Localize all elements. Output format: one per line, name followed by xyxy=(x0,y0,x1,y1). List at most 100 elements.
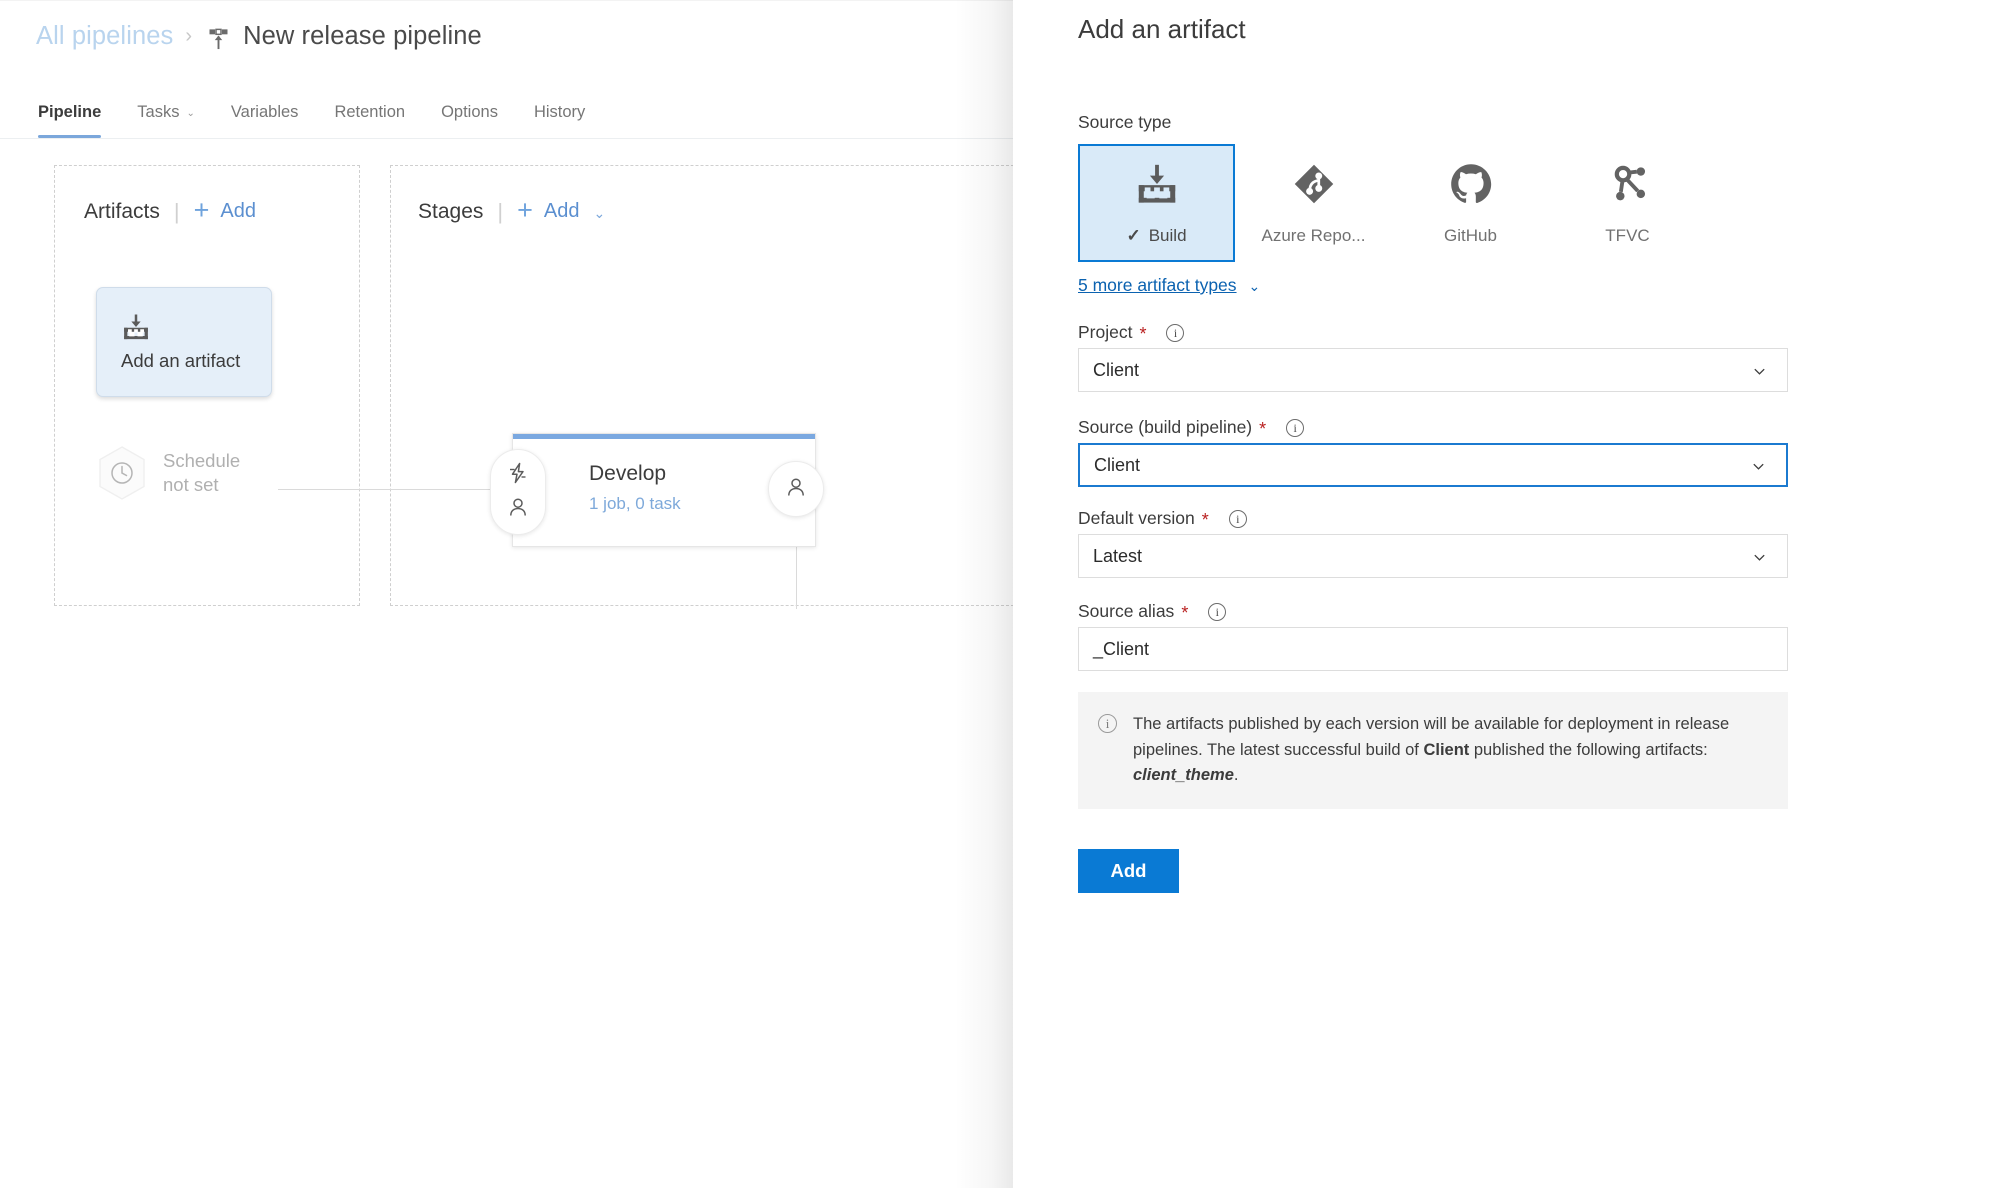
info-icon[interactable]: i xyxy=(1229,510,1247,528)
add-an-artifact-label: Add an artifact xyxy=(121,350,271,372)
source-type-build-label: Build xyxy=(1149,226,1187,246)
required-asterisk: * xyxy=(1202,510,1209,531)
source-type-build-tile[interactable]: ✓ Build xyxy=(1078,144,1235,262)
check-icon: ✓ xyxy=(1126,226,1140,246)
source-label-text: Source (build pipeline) xyxy=(1078,417,1252,438)
pipeline-editor-main: All pipelines › New release pipeline Pip… xyxy=(0,0,1013,1188)
source-type-tfvc-tile[interactable]: TFVC xyxy=(1549,144,1706,262)
source-alias-input[interactable]: _Client xyxy=(1078,627,1788,671)
more-artifact-types-label: 5 more artifact types xyxy=(1078,275,1237,296)
artifacts-info-text: The artifacts published by each version … xyxy=(1133,712,1766,789)
stage-accent-bar xyxy=(513,434,815,439)
chevron-down-icon xyxy=(1752,363,1767,378)
chevron-down-icon: ⌄ xyxy=(186,108,194,119)
source-type-azure-repos-label: Azure Repo... xyxy=(1262,226,1366,246)
build-drop-icon xyxy=(1134,155,1180,213)
tab-variables-label: Variables xyxy=(231,103,299,122)
app-root: All pipelines › New release pipeline Pip… xyxy=(0,0,1999,1188)
breadcrumb-separator: › xyxy=(185,25,192,48)
tab-tasks-label: Tasks xyxy=(137,103,179,122)
info-part-3: . xyxy=(1234,766,1239,784)
clock-icon xyxy=(96,445,148,501)
required-asterisk: * xyxy=(1259,419,1266,440)
chevron-down-icon xyxy=(1752,549,1767,564)
tab-variables[interactable]: Variables xyxy=(213,103,317,138)
artifacts-header-divider: | xyxy=(174,199,180,225)
plus-icon[interactable]: + xyxy=(517,195,533,226)
build-drop-icon xyxy=(121,312,151,342)
stage-name: Develop xyxy=(589,462,681,485)
add-artifact-panel: Add an artifact Source type xyxy=(1013,0,1999,1188)
project-label: Project * i xyxy=(1078,322,1184,343)
add-an-artifact-card[interactable]: Add an artifact xyxy=(96,287,272,397)
source-type-build-label-wrap: ✓ Build xyxy=(1126,226,1186,246)
default-version-value: Latest xyxy=(1093,546,1752,567)
stages-title: Stages xyxy=(418,200,483,224)
source-build-pipeline-dropdown[interactable]: Client xyxy=(1078,443,1788,487)
tab-retention-label: Retention xyxy=(334,103,405,122)
schedule-line-2: not set xyxy=(163,474,219,495)
schedule-line-1: Schedule xyxy=(163,450,240,471)
source-alias-label-text: Source alias xyxy=(1078,601,1174,622)
artifacts-info-banner: i The artifacts published by each versio… xyxy=(1078,692,1788,809)
more-artifact-types-link[interactable]: 5 more artifact types ⌄ xyxy=(1078,275,1260,296)
source-type-tfvc-label: TFVC xyxy=(1605,226,1649,246)
tab-pipeline-label: Pipeline xyxy=(38,103,101,122)
default-version-label: Default version * i xyxy=(1078,508,1247,529)
tab-history[interactable]: History xyxy=(516,103,603,138)
tab-history-label: History xyxy=(534,103,585,122)
person-icon xyxy=(784,475,808,504)
artifact-stage-connector xyxy=(278,489,512,490)
source-value: Client xyxy=(1094,455,1140,475)
breadcrumb: All pipelines › New release pipeline xyxy=(36,22,482,51)
panel-title: Add an artifact xyxy=(1078,14,1246,45)
source-alias-label: Source alias * i xyxy=(1078,601,1226,622)
stage-node-text: Develop 1 job, 0 task xyxy=(589,462,681,514)
info-part-2: published the following artifacts: xyxy=(1469,741,1707,759)
tab-pipeline[interactable]: Pipeline xyxy=(20,103,119,138)
project-value: Client xyxy=(1093,360,1752,381)
source-alias-value: _Client xyxy=(1093,639,1773,660)
tfvc-icon xyxy=(1606,155,1650,213)
add-button[interactable]: Add xyxy=(1078,849,1179,893)
pipeline-tabs: Pipeline Tasks ⌄ Variables Retention Opt… xyxy=(20,103,603,138)
breadcrumb-all-pipelines-link[interactable]: All pipelines xyxy=(36,22,173,51)
chevron-down-icon[interactable]: ⌄ xyxy=(593,205,605,222)
release-pipeline-icon xyxy=(205,26,232,53)
info-icon[interactable]: i xyxy=(1208,603,1226,621)
source-build-pipeline-label: Source (build pipeline) * i xyxy=(1078,417,1304,438)
add-stage-link[interactable]: Add xyxy=(544,200,580,223)
source-type-github-label: GitHub xyxy=(1444,226,1497,246)
tab-retention[interactable]: Retention xyxy=(316,103,423,138)
stages-header: Stages | + Add ⌄ xyxy=(418,196,605,227)
chevron-down-icon xyxy=(1751,458,1766,473)
stage-job-task-count[interactable]: 1 job, 0 task xyxy=(589,494,681,514)
info-icon[interactable]: i xyxy=(1286,419,1304,437)
stage-pre-deployment-conditions[interactable] xyxy=(490,449,546,535)
info-italic-artifact: client_theme xyxy=(1133,766,1234,784)
required-asterisk: * xyxy=(1181,603,1188,624)
schedule-status: Schedule not set xyxy=(163,449,240,496)
stage-post-deployment-conditions[interactable] xyxy=(768,461,824,517)
info-bold-pipeline: Client xyxy=(1423,741,1469,759)
stages-header-divider: | xyxy=(497,199,503,225)
pipeline-canvas: Artifacts | + Add Stages | + Add ⌄ xyxy=(0,139,1013,1188)
github-icon xyxy=(1449,155,1493,213)
info-icon: i xyxy=(1098,714,1117,733)
source-type-azure-repos-tile[interactable]: Azure Repo... xyxy=(1235,144,1392,262)
top-divider xyxy=(0,0,1013,1)
add-artifact-link[interactable]: Add xyxy=(220,200,256,223)
source-type-github-tile[interactable]: GitHub xyxy=(1392,144,1549,262)
schedule-trigger[interactable]: Schedule not set xyxy=(96,445,240,501)
tab-options-label: Options xyxy=(441,103,498,122)
default-version-label-text: Default version xyxy=(1078,508,1195,529)
tab-tasks[interactable]: Tasks ⌄ xyxy=(119,103,213,138)
default-version-dropdown[interactable]: Latest xyxy=(1078,534,1788,578)
page-title: New release pipeline xyxy=(243,22,482,51)
azure-repos-icon xyxy=(1292,155,1336,213)
info-icon[interactable]: i xyxy=(1166,324,1184,342)
plus-icon[interactable]: + xyxy=(194,195,210,226)
tab-options[interactable]: Options xyxy=(423,103,516,138)
project-dropdown[interactable]: Client xyxy=(1078,348,1788,392)
person-icon xyxy=(506,495,530,524)
